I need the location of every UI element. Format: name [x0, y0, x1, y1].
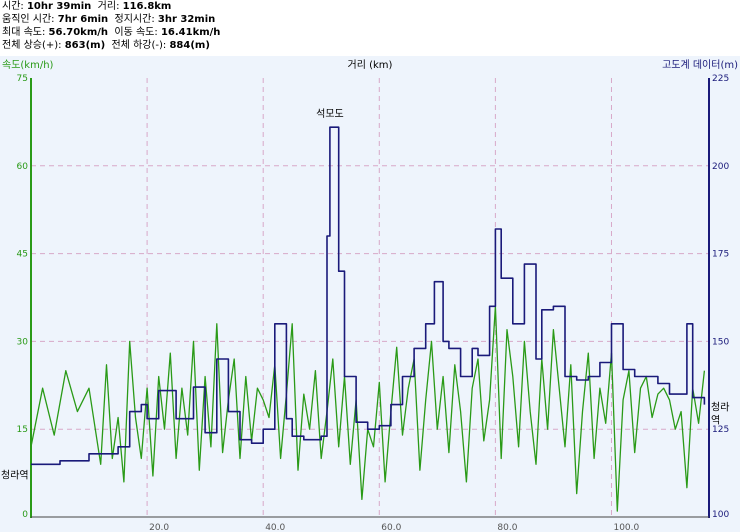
stats-line-1: 시간: 10hr 39min 거리: 116.8km [2, 0, 171, 14]
y-right-tick-label: 225 [712, 74, 729, 84]
y-left-tick-label: 15 [17, 425, 28, 435]
time-value: 10hr 39min [26, 1, 92, 12]
y-right-tick-label: 150 [712, 337, 729, 347]
descent-value: 884(m) [169, 40, 210, 51]
speed-elevation-chart: 속도(km/h) 거리 (km) 고도계 데이터(m) 0 15 30 45 60 75 1… [0, 56, 740, 532]
y-right-tick-label: 100 [712, 510, 729, 520]
distance-label: 거리: [97, 1, 120, 12]
x-tick-label: 60.0 [381, 523, 401, 532]
y-left-tick-label: 45 [17, 250, 28, 260]
stopped-time-label: 정지시간: [114, 14, 155, 25]
x-tick-label: 40.0 [265, 523, 285, 532]
plot-background [0, 56, 740, 532]
x-tick-label: 80.0 [497, 523, 517, 532]
time-label: 시간: [2, 1, 24, 12]
end-point-label-line: 역 [711, 415, 720, 427]
moving-time-label: 움직인 시간: [2, 14, 55, 25]
trip-stats-panel: 시간: 10hr 39min 거리: 116.8km 움직인 시간: 7hr 6… [0, 0, 740, 56]
y-left-tick-label: 30 [17, 337, 29, 347]
moving-speed-value: 16.41km/h [160, 27, 221, 38]
ascent-label: 전체 상승(+): [2, 40, 62, 51]
end-point-label-line: 청라 [711, 402, 729, 414]
max-speed-label: 최대 속도: [2, 27, 46, 38]
summit-point-label: 석모도 [316, 108, 344, 120]
chart-svg: 속도(km/h) 거리 (km) 고도계 데이터(m) 0 15 30 45 60 75 1… [0, 56, 740, 532]
moving-speed-label: 이동 속도: [114, 27, 158, 38]
y-left-tick-label: 60 [17, 162, 29, 172]
y-right-tick-label: 175 [712, 250, 729, 260]
start-point-label: 청라역 [1, 469, 29, 481]
x-tick-label: 20.0 [149, 523, 169, 532]
max-speed-value: 56.70km/h [48, 27, 109, 38]
y-left-tick-label: 75 [17, 74, 28, 84]
left-axis-title: 속도(km/h) [2, 59, 54, 71]
descent-label: 전체 하강(-): [111, 40, 167, 51]
stopped-time-value: 3hr 32min [157, 14, 216, 25]
stats-line-2: 움직인 시간: 7hr 6min 정지시간: 3hr 32min [2, 13, 215, 27]
ascent-value: 863(m) [64, 40, 106, 51]
distance-value: 116.8km [122, 1, 172, 12]
x-tick-label: 100.0 [613, 523, 639, 532]
moving-time-value: 7hr 6min [57, 14, 109, 25]
y-left-tick-label: 0 [22, 510, 28, 520]
right-axis-title: 고도계 데이터(m) [662, 59, 738, 71]
stats-line-4: 전체 상승(+): 863(m) 전체 하강(-): 884(m) [2, 39, 210, 53]
y-right-tick-label: 125 [712, 425, 729, 435]
top-axis-title: 거리 (km) [348, 59, 393, 71]
y-right-tick-label: 200 [712, 162, 729, 172]
stats-line-3: 최대 속도: 56.70km/h 이동 속도: 16.41km/h [2, 26, 220, 40]
